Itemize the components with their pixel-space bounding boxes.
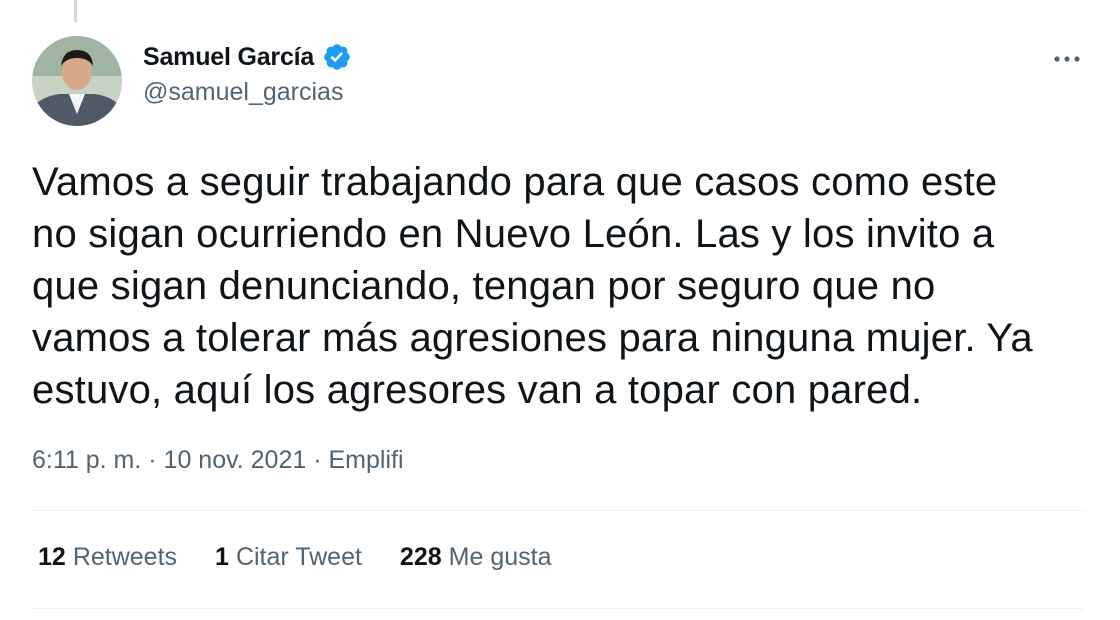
ellipsis-icon [1054, 56, 1080, 62]
stat-count: 12 [38, 543, 66, 571]
more-options-button[interactable] [1050, 46, 1084, 72]
stat-count: 228 [399, 543, 442, 571]
meta-separator: · [306, 446, 329, 474]
divider [32, 608, 1084, 609]
tweet-source[interactable]: Emplifi [328, 446, 403, 475]
tweet-text: Vamos a seguir trabajando para que casos… [32, 160, 1033, 412]
stat-likes[interactable]: 228 Me gusta [400, 543, 552, 572]
stat-retweets[interactable]: 12 Retweets [38, 543, 177, 572]
profile-photo-icon [32, 36, 122, 126]
stat-label: Retweets [72, 543, 178, 571]
thread-connector-line [74, 0, 77, 22]
tweet-meta: 6:11 p. m. · 10 nov. 2021 · Emplifi [32, 446, 404, 475]
avatar[interactable] [32, 36, 122, 126]
verified-badge-icon [322, 42, 352, 72]
stat-label: Me gusta [448, 543, 552, 571]
author-block: Samuel García @samuel_garcias [143, 40, 352, 107]
author-handle[interactable]: @samuel_garcias [143, 78, 352, 107]
divider [32, 510, 1084, 511]
author-name-row: Samuel García [143, 40, 352, 74]
tweet-date[interactable]: 10 nov. 2021 [164, 446, 307, 475]
tweet-stats: 12 Retweets 1 Citar Tweet 228 Me gusta [38, 543, 589, 572]
stat-label: Citar Tweet [235, 543, 362, 571]
tweet-time[interactable]: 6:11 p. m. [32, 446, 141, 475]
author-display-name[interactable]: Samuel García [143, 43, 314, 72]
meta-separator: · [141, 446, 164, 474]
stat-quote-tweets[interactable]: 1 Citar Tweet [215, 543, 362, 572]
stat-count: 1 [215, 543, 229, 571]
